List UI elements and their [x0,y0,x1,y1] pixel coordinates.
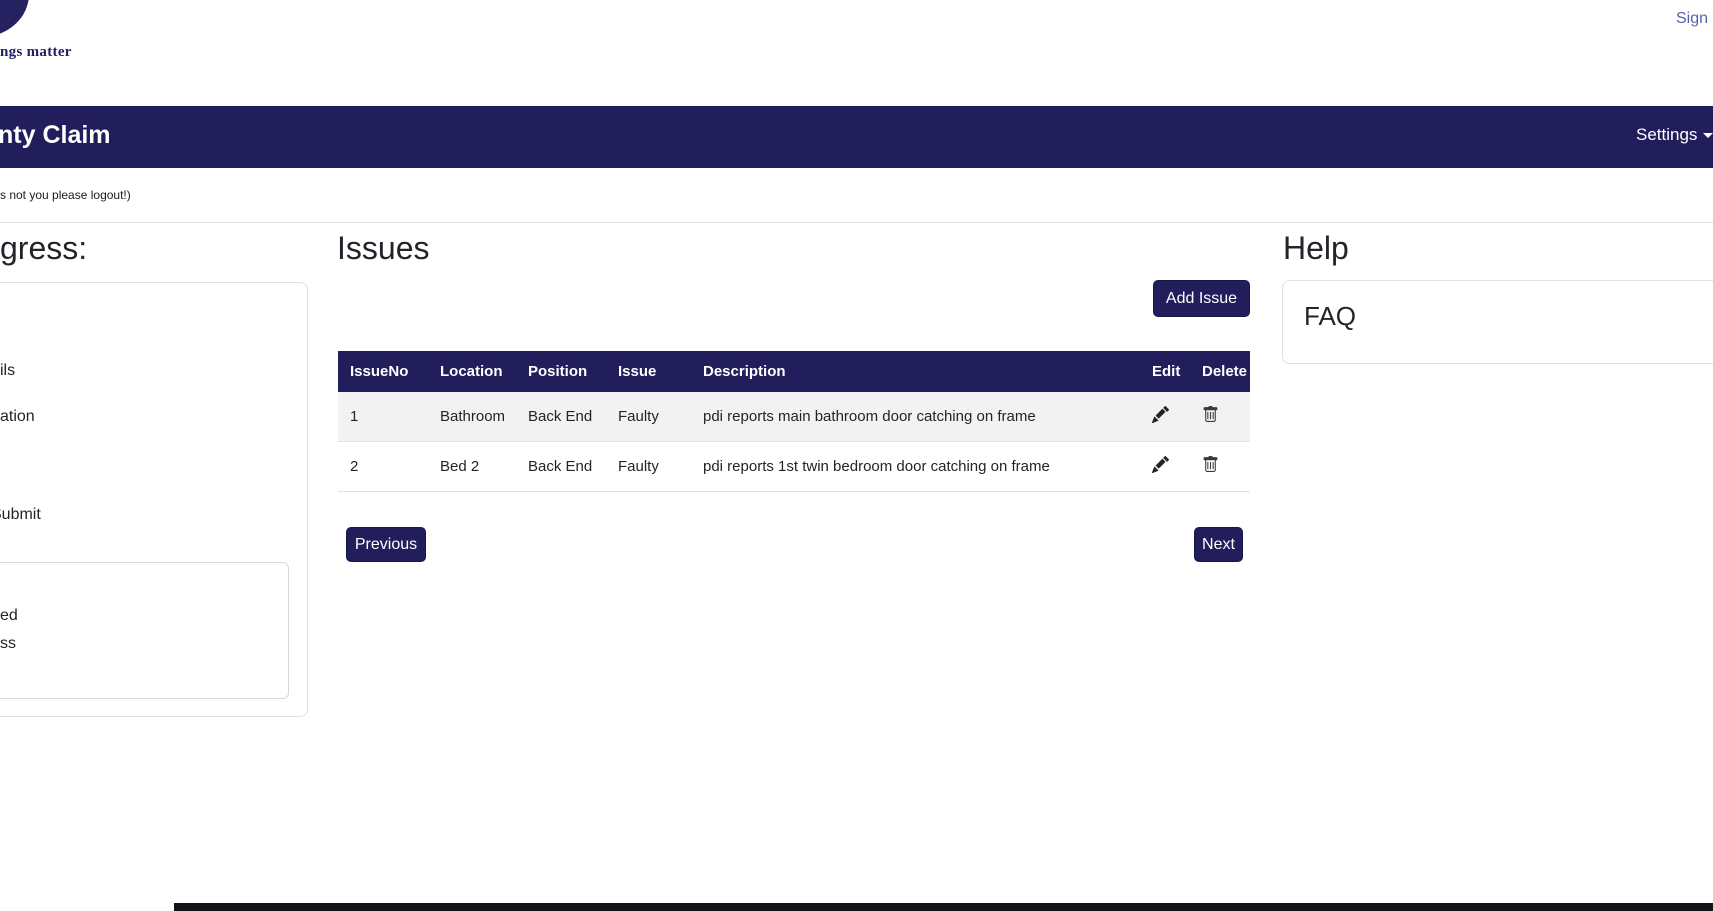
cell-issueno: 1 [338,392,428,442]
col-header-issueno: IssueNo [338,351,428,392]
issues-table-header-row: IssueNo Location Position Issue Descript… [338,351,1250,392]
pencil-icon[interactable] [1152,406,1169,423]
add-issue-button[interactable]: Add Issue [1153,280,1250,317]
cell-issue: Faulty [606,442,691,492]
app-screen: ngs matter Sign o nty Claim Settings s n… [0,0,1713,911]
col-header-position: Position [516,351,606,392]
issues-heading: Issues [337,230,429,267]
sign-out-link[interactable]: Sign o [1676,10,1713,28]
progress-step-submit[interactable]: Submit [0,506,41,524]
issues-table: IssueNo Location Position Issue Descript… [338,351,1250,492]
trash-icon[interactable] [1202,456,1219,473]
col-header-issue: Issue [606,351,691,392]
cell-position: Back End [516,392,606,442]
table-row: 2 Bed 2 Back End Faulty pdi reports 1st … [338,442,1250,492]
col-header-description: Description [691,351,1140,392]
trash-icon[interactable] [1202,406,1219,423]
progress-status-item: ed [0,607,18,625]
progress-step-details[interactable]: ils [0,362,15,380]
page-divider [0,222,1713,223]
table-row: 1 Bathroom Back End Faulty pdi reports m… [338,392,1250,442]
navbar-brand-title: nty Claim [0,121,111,150]
cell-position: Back End [516,442,606,492]
progress-step-location[interactable]: ation [0,408,35,426]
previous-button[interactable]: Previous [346,527,426,562]
faq-card: FAQ [1282,280,1713,364]
logo-tagline: ngs matter [0,44,72,61]
navbar: nty Claim Settings [0,106,1713,168]
cell-issueno: 2 [338,442,428,492]
faq-link[interactable]: FAQ [1304,301,1356,332]
settings-menu[interactable]: Settings [1636,125,1713,145]
cell-description: pdi reports main bathroom door catching … [691,392,1140,442]
progress-status-item: ss [0,635,16,653]
cell-location: Bathroom [428,392,516,442]
cell-location: Bed 2 [428,442,516,492]
progress-status-box [0,562,289,699]
company-logo-icon [0,0,29,37]
pencil-icon[interactable] [1152,456,1169,473]
welcome-message: s not you please logout!) [0,188,131,202]
progress-heading: gress: [0,230,87,267]
settings-label: Settings [1636,125,1697,144]
help-heading: Help [1283,230,1349,267]
col-header-delete: Delete [1190,351,1250,392]
cell-description: pdi reports 1st twin bedroom door catchi… [691,442,1140,492]
next-button[interactable]: Next [1194,527,1243,562]
col-header-edit: Edit [1140,351,1190,392]
cell-issue: Faulty [606,392,691,442]
bottom-window-edge [174,903,1713,911]
col-header-location: Location [428,351,516,392]
caret-down-icon [1703,133,1713,138]
